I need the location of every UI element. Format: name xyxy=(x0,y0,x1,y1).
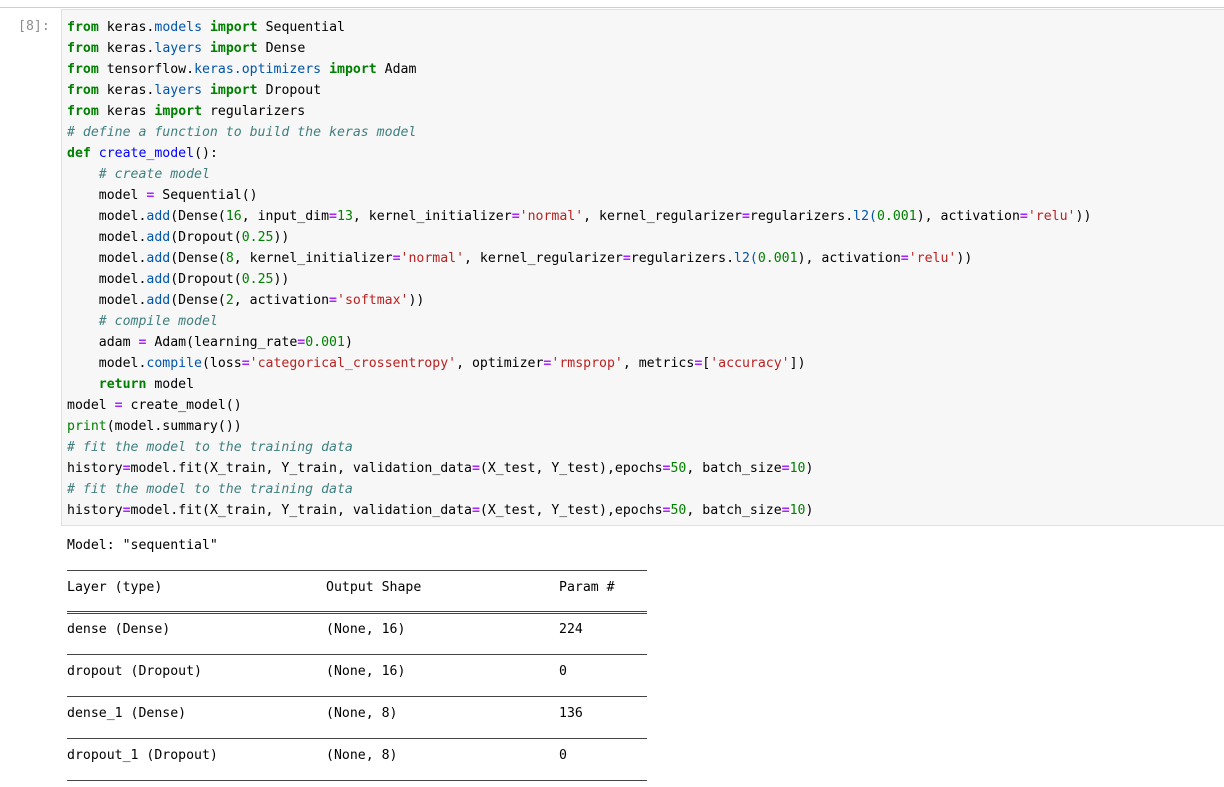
code-comment: # fit the model to the training data xyxy=(67,482,353,497)
table-rule xyxy=(67,682,647,703)
code-comment: # create model xyxy=(98,167,210,182)
table-row: dense (Dense) (None, 16) 224 xyxy=(67,619,615,640)
code-line: print(model.summary()) xyxy=(67,419,242,434)
table-rule xyxy=(67,556,647,577)
param-count: 224 xyxy=(559,622,583,637)
code-text: from keras.models import Sequential from… xyxy=(67,17,1091,521)
layer-name: dense_1 (Dense) xyxy=(67,706,187,721)
table-rule xyxy=(67,724,647,745)
layer-name: dense (Dense) xyxy=(67,622,171,637)
code-line: model.add(Dropout(0.25)) xyxy=(98,272,290,287)
code-line: model.compile(loss='categorical_crossent… xyxy=(98,356,806,371)
code-line: model = create_model() xyxy=(67,398,242,413)
output-shape: (None, 16) xyxy=(326,664,406,679)
code-line: from keras import regularizers xyxy=(67,104,306,119)
header-output-shape: Output Shape xyxy=(326,580,422,595)
header-param-count: Param # xyxy=(559,580,615,595)
table-rule xyxy=(67,640,647,661)
table-double-rule xyxy=(67,598,647,619)
cell-output: Model: "sequential" Layer (type) Output Sh… xyxy=(67,535,647,787)
code-comment: # compile model xyxy=(98,314,218,329)
code-line: model.add(Dense(16, input_dim=13, kernel… xyxy=(98,209,1092,224)
output-shape: (None, 16) xyxy=(326,622,406,637)
param-count: 0 xyxy=(559,748,567,763)
code-line: from keras.layers import Dense xyxy=(67,41,306,56)
code-line: history=model.fit(X_train, Y_train, vali… xyxy=(67,461,814,476)
param-count: 0 xyxy=(559,664,567,679)
code-line: adam = Adam(learning_rate=0.001) xyxy=(98,335,353,350)
code-line: model.add(Dropout(0.25)) xyxy=(98,230,290,245)
code-line: from keras.models import Sequential xyxy=(67,20,345,35)
layer-name: dropout (Dropout) xyxy=(67,664,202,679)
header-layer-type: Layer (type) xyxy=(67,580,163,595)
output-shape: (None, 8) xyxy=(326,748,398,763)
output-shape: (None, 8) xyxy=(326,706,398,721)
code-line: model.add(Dense(2, activation='softmax')… xyxy=(98,293,425,308)
code-line: model = Sequential() xyxy=(98,188,258,203)
code-comment: # fit the model to the training data xyxy=(67,440,353,455)
code-cell-editor[interactable]: from keras.models import Sequential from… xyxy=(61,9,1224,526)
top-divider xyxy=(0,0,1224,8)
code-line: model.add(Dense(8, kernel_initializer='n… xyxy=(98,251,973,266)
model-name-line: Model: "sequential" xyxy=(67,538,218,553)
code-line: from keras.layers import Dropout xyxy=(67,83,322,98)
table-row: dropout_1 (Dropout) (None, 8) 0 xyxy=(67,745,615,766)
cell-prompt: [8]: xyxy=(18,19,50,34)
code-line: return model xyxy=(98,377,195,392)
code-line: from tensorflow.keras.optimizers import … xyxy=(67,62,417,77)
table-header-row: Layer (type) Output Shape Param # xyxy=(67,577,615,598)
code-comment: # define a function to build the keras m… xyxy=(67,125,417,140)
table-row: dense_1 (Dense) (None, 8) 136 xyxy=(67,703,615,724)
code-line: history=model.fit(X_train, Y_train, vali… xyxy=(67,503,814,518)
code-line: def create_model(): xyxy=(67,146,218,161)
table-row: dropout (Dropout) (None, 16) 0 xyxy=(67,661,615,682)
param-count: 136 xyxy=(559,706,583,721)
layer-name: dropout_1 (Dropout) xyxy=(67,748,218,763)
